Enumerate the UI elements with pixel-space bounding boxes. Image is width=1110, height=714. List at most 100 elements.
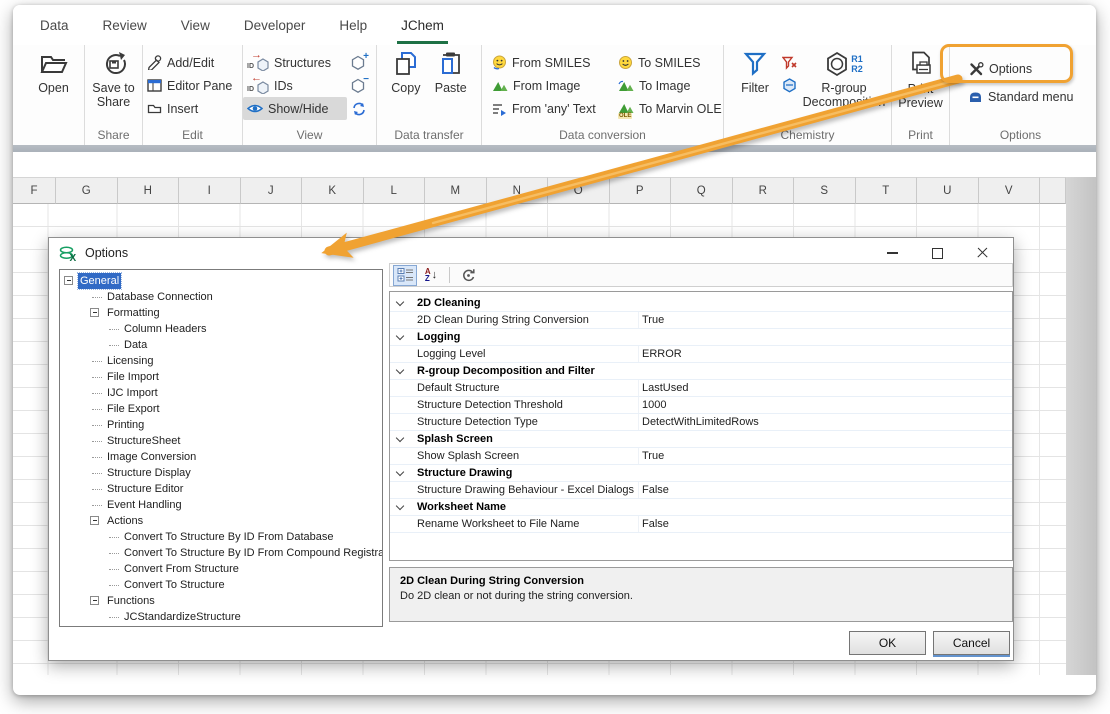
- add-structure-column-button[interactable]: +: [351, 51, 367, 74]
- property-row-logging-level[interactable]: Logging LevelERROR: [390, 346, 1012, 363]
- tree-expand-box[interactable]: [90, 516, 99, 525]
- property-row-show-splash-screen[interactable]: Show Splash ScreenTrue: [390, 448, 1012, 465]
- property-category-2d-cleaning[interactable]: 2D Cleaning: [390, 295, 1012, 312]
- tree-item-licensing[interactable]: Licensing: [60, 353, 382, 369]
- to-image-button[interactable]: To Image: [614, 74, 722, 97]
- tree-item-formatting[interactable]: Formatting: [60, 305, 382, 321]
- property-value[interactable]: ERROR: [642, 346, 682, 362]
- rgroup-decomposition-button[interactable]: R1 R2 R-group Decomposition: [800, 51, 888, 109]
- chevron-down-icon[interactable]: [396, 502, 404, 510]
- column-header-N[interactable]: N: [487, 177, 549, 204]
- column-header-P[interactable]: P: [610, 177, 672, 204]
- chevron-down-icon[interactable]: [396, 468, 404, 476]
- print-preview-button[interactable]: Print Preview: [892, 51, 949, 110]
- tree-item-event-handling[interactable]: Event Handling: [60, 497, 382, 513]
- remove-structure-column-button[interactable]: −: [351, 74, 367, 97]
- property-row-default-structure[interactable]: Default StructureLastUsed: [390, 380, 1012, 397]
- chevron-down-icon[interactable]: [396, 366, 404, 374]
- property-value[interactable]: False: [642, 482, 669, 498]
- column-header-T[interactable]: T: [856, 177, 918, 204]
- copy-button[interactable]: Copy: [391, 51, 420, 95]
- property-value[interactable]: True: [642, 448, 664, 464]
- tree-item-structure-editor[interactable]: Structure Editor: [60, 481, 382, 497]
- column-header-I[interactable]: I: [179, 177, 241, 204]
- tree-item-file-import[interactable]: File Import: [60, 369, 382, 385]
- alphabetical-sort-button[interactable]: A Z ↓: [419, 265, 443, 286]
- tree-expand-box[interactable]: [90, 308, 99, 317]
- filter-button[interactable]: Filter: [732, 51, 778, 109]
- tree-expand-box[interactable]: [90, 596, 99, 605]
- cancel-button[interactable]: Cancel: [933, 631, 1010, 655]
- property-row-structure-detection-type[interactable]: Structure Detection TypeDetectWithLimite…: [390, 414, 1012, 431]
- column-header-O[interactable]: O: [548, 177, 610, 204]
- property-category-splash-screen[interactable]: Splash Screen: [390, 431, 1012, 448]
- tree-item-convert-to-structure-by-id-from-database[interactable]: Convert To Structure By ID From Database: [60, 529, 382, 545]
- column-header-Q[interactable]: Q: [671, 177, 733, 204]
- show-hide-button[interactable]: Show/Hide: [243, 97, 347, 120]
- column-header-U[interactable]: U: [917, 177, 979, 204]
- from-image-button[interactable]: From Image: [488, 74, 614, 97]
- tree-item-ijc-import[interactable]: IJC Import: [60, 385, 382, 401]
- insert-button[interactable]: Insert: [143, 97, 242, 120]
- tree-item-convert-to-structure-by-id-from-compound-registration[interactable]: Convert To Structure By ID From Compound…: [60, 545, 382, 561]
- property-value[interactable]: DetectWithLimitedRows: [642, 414, 759, 430]
- from-any-text-button[interactable]: From 'any' Text: [488, 97, 614, 120]
- menu-tab-developer[interactable]: Developer: [227, 5, 323, 45]
- column-header-G[interactable]: G: [56, 177, 118, 204]
- add-edit-button[interactable]: Add/Edit: [143, 51, 242, 74]
- column-header-S[interactable]: S: [794, 177, 856, 204]
- menu-tab-review[interactable]: Review: [86, 5, 164, 45]
- tree-item-functions[interactable]: Functions: [60, 593, 382, 609]
- to-marvin-ole-button[interactable]: OLE To Marvin OLE: [614, 97, 722, 120]
- reset-settings-button[interactable]: [456, 265, 480, 286]
- refresh-structures-button[interactable]: [352, 97, 366, 120]
- property-value[interactable]: False: [642, 516, 669, 532]
- chevron-down-icon[interactable]: [396, 298, 404, 306]
- tree-item-convert-to-structure[interactable]: Convert To Structure: [60, 577, 382, 593]
- property-category-r-group-decomposition-and-filter[interactable]: R-group Decomposition and Filter: [390, 363, 1012, 380]
- standard-menu-button[interactable]: Standard menu: [964, 85, 1091, 109]
- tree-item-actions[interactable]: Actions: [60, 513, 382, 529]
- categorized-view-button[interactable]: [393, 265, 417, 286]
- column-header-K[interactable]: K: [302, 177, 364, 204]
- property-value[interactable]: LastUsed: [642, 380, 688, 396]
- property-category-worksheet-name[interactable]: Worksheet Name: [390, 499, 1012, 516]
- property-category-structure-drawing[interactable]: Structure Drawing: [390, 465, 1012, 482]
- tree-item-data[interactable]: Data: [60, 337, 382, 353]
- property-row-rename-worksheet-to-file-name[interactable]: Rename Worksheet to File NameFalse: [390, 516, 1012, 533]
- tree-item-image-conversion[interactable]: Image Conversion: [60, 449, 382, 465]
- clear-filter-button[interactable]: [782, 51, 797, 74]
- options-button[interactable]: Options: [964, 57, 1091, 81]
- menu-tab-help[interactable]: Help: [322, 5, 384, 45]
- tree-item-jcstandardizestructure[interactable]: JCStandardizeStructure: [60, 609, 382, 625]
- from-smiles-button[interactable]: From SMILES: [488, 51, 614, 74]
- to-smiles-button[interactable]: To SMILES: [614, 51, 722, 74]
- column-header-J[interactable]: J: [241, 177, 303, 204]
- menu-tab-jchem[interactable]: JChem: [384, 5, 461, 45]
- property-row-2d-clean-during-string-conversion[interactable]: 2D Clean During String ConversionTrue: [390, 312, 1012, 329]
- chevron-down-icon[interactable]: [396, 434, 404, 442]
- column-header-F[interactable]: F: [13, 177, 56, 204]
- save-to-share-button[interactable]: Save to Share: [85, 51, 142, 109]
- chevron-down-icon[interactable]: [396, 332, 404, 340]
- tree-item-structuresheet[interactable]: StructureSheet: [60, 433, 382, 449]
- tree-item-convert-from-structure[interactable]: Convert From Structure: [60, 561, 382, 577]
- ids-button[interactable]: ← ID IDs: [243, 74, 347, 97]
- column-header-L[interactable]: L: [364, 177, 426, 204]
- property-category-logging[interactable]: Logging: [390, 329, 1012, 346]
- tree-item-printing[interactable]: Printing: [60, 417, 382, 433]
- menu-tab-data[interactable]: Data: [23, 5, 86, 45]
- tree-item-database-connection[interactable]: Database Connection: [60, 289, 382, 305]
- property-row-structure-drawing-behaviour-excel-dialogs[interactable]: Structure Drawing Behaviour - Excel Dial…: [390, 482, 1012, 499]
- column-header-V[interactable]: V: [979, 177, 1041, 204]
- chemistry-hexagon-button[interactable]: [782, 74, 797, 97]
- menu-tab-view[interactable]: View: [164, 5, 227, 45]
- property-value[interactable]: True: [642, 312, 664, 328]
- tree-item-file-export[interactable]: File Export: [60, 401, 382, 417]
- tree-item-general[interactable]: General: [60, 273, 382, 289]
- open-button[interactable]: Open: [23, 51, 84, 95]
- tree-item-column-headers[interactable]: Column Headers: [60, 321, 382, 337]
- editor-pane-button[interactable]: Editor Pane: [143, 74, 242, 97]
- tree-item-structure-display[interactable]: Structure Display: [60, 465, 382, 481]
- column-header-M[interactable]: M: [425, 177, 487, 204]
